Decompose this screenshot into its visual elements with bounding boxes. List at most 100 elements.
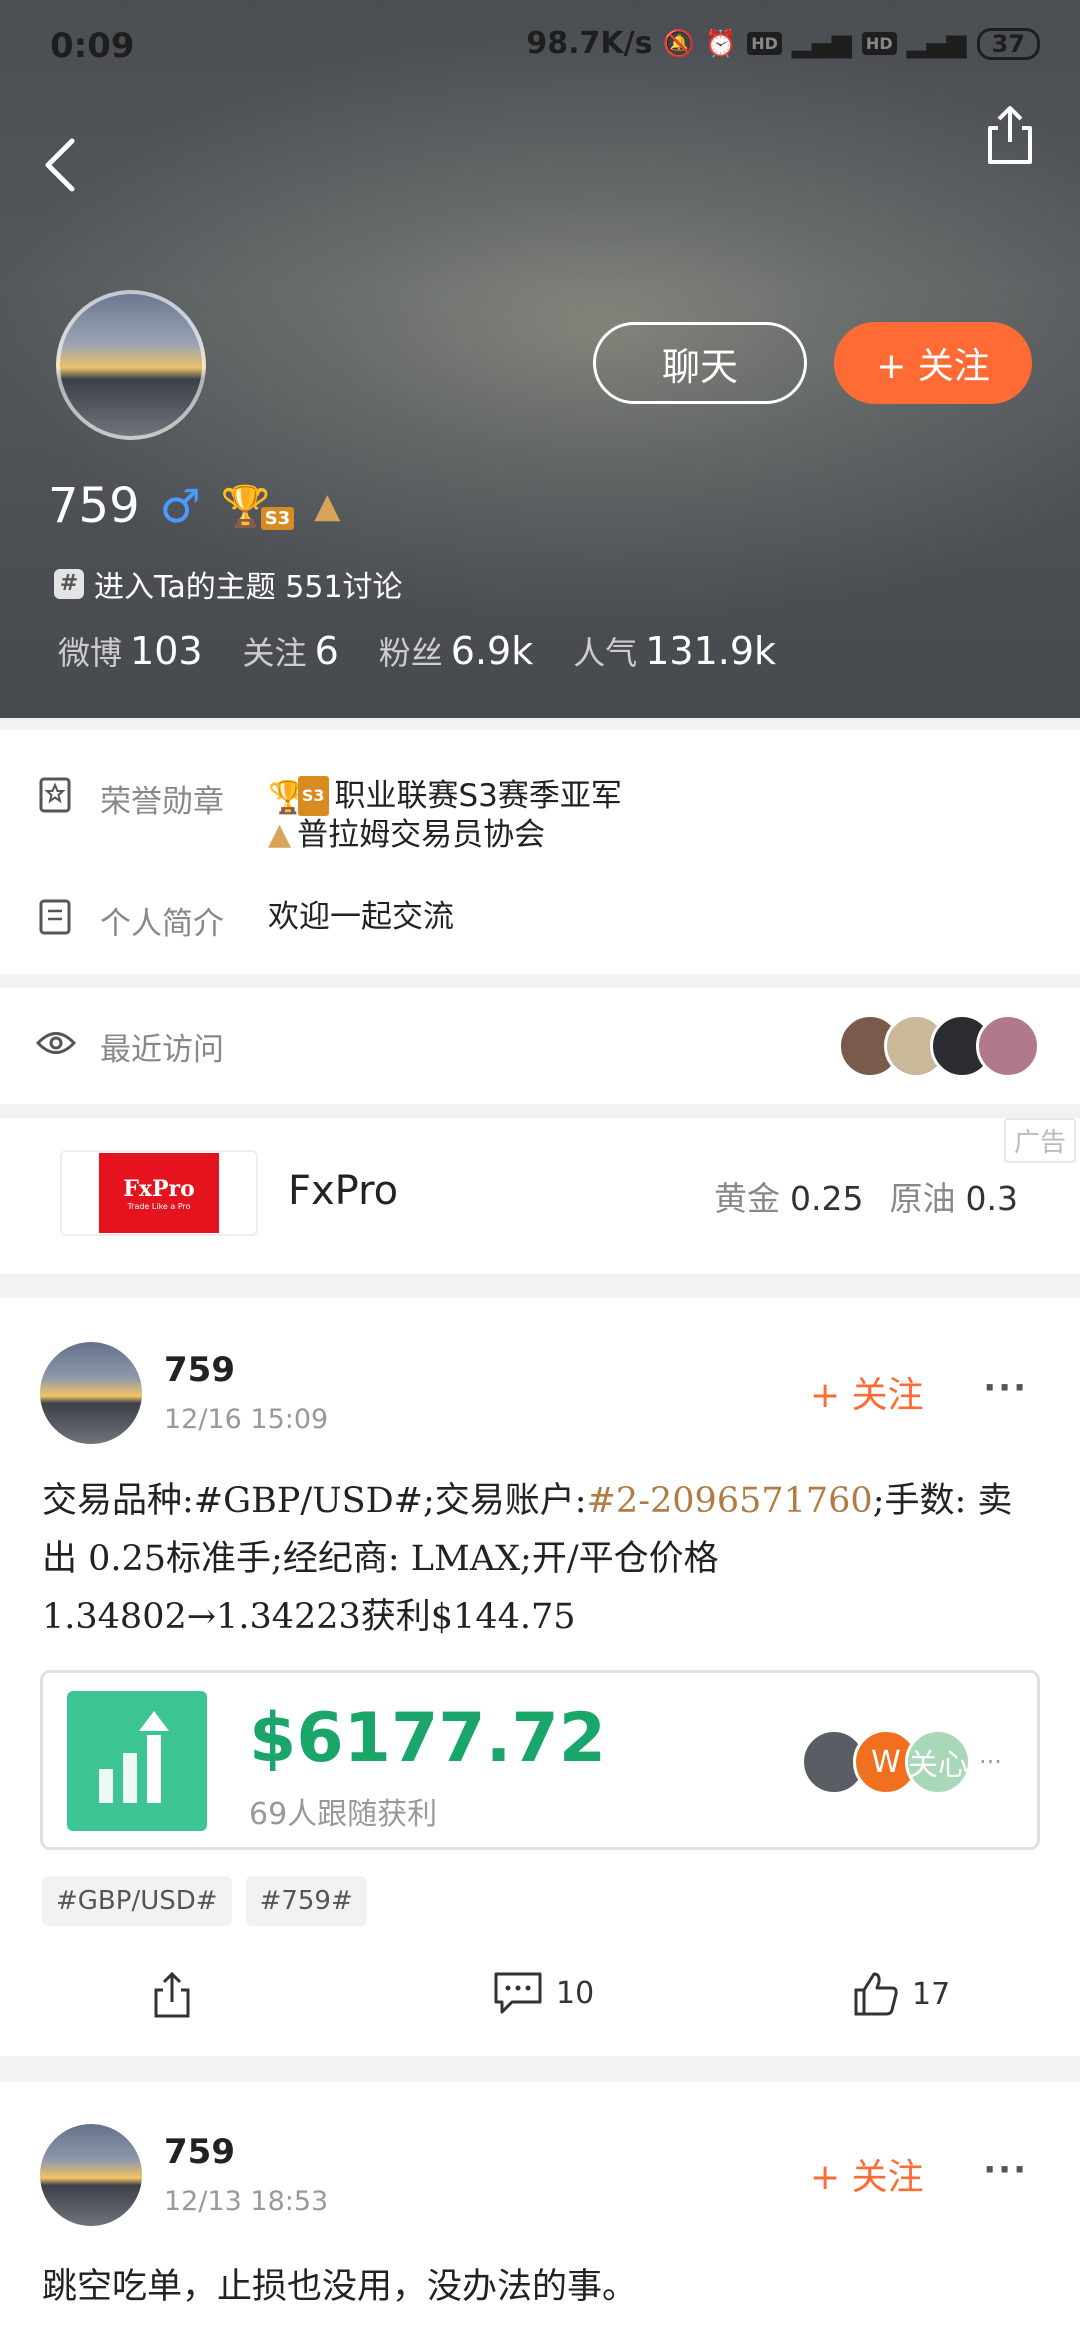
quote-value: 0.3	[965, 1179, 1018, 1218]
like-count: 17	[912, 1976, 951, 2012]
hashtag-chip[interactable]: #GBP/USD#	[42, 1876, 232, 1926]
ad-quotes: 黄金 0.25 原油 0.3	[714, 1172, 1018, 1220]
medal-item-s3: 🏆 S3 职业联赛S3赛季亚军	[268, 776, 622, 816]
like-action[interactable]: 17	[852, 1970, 950, 2018]
back-button[interactable]	[30, 130, 90, 200]
eye-icon	[36, 1032, 76, 1054]
comment-action[interactable]: 10	[492, 1970, 594, 2016]
intro-value: 欢迎一起交流	[268, 899, 454, 935]
honor-label: 荣誉勋章	[100, 784, 224, 820]
profile-page: 0:09 98.7K/s 🔕 ⏰ HD ▂▄▆ HD ▂▄▆ 37 聊天 + 关…	[0, 0, 1080, 2340]
pyramid-icon: ▲	[268, 817, 292, 852]
s3-badge: S3	[297, 776, 329, 816]
post-username[interactable]: 759	[164, 1350, 235, 1390]
hashtag-list: #GBP/USD# #759#	[42, 1876, 367, 1926]
male-icon: ♂	[159, 479, 201, 533]
share-action[interactable]	[150, 1970, 194, 2020]
stat-posts[interactable]: 微博 103	[58, 628, 203, 674]
post-text-line: 交易品种:#GBP/USD#;交易账户:#2-2096571760;手数: 卖	[42, 1472, 1042, 1530]
ad-name: FxPro	[288, 1168, 399, 1214]
ad-logo: FxPro Trade Like a Pro	[60, 1150, 258, 1236]
signal-icon-2: ▂▄▆	[906, 28, 967, 59]
more-options-icon[interactable]: ···	[983, 1368, 1028, 1408]
chat-button[interactable]: 聊天	[593, 322, 807, 404]
post-username[interactable]: 759	[164, 2132, 235, 2172]
stat-popularity: 人气 131.9k	[573, 628, 776, 674]
stat-label: 关注	[242, 634, 307, 672]
chart-up-icon	[67, 1691, 207, 1831]
stat-following[interactable]: 关注 6	[243, 628, 339, 674]
document-icon	[39, 899, 71, 935]
post-text-line: 1.34802→1.34223获利$144.75	[42, 1597, 576, 1637]
follow-button[interactable]: + 关注	[834, 322, 1032, 404]
status-bar: 0:09 98.7K/s 🔕 ⏰ HD ▂▄▆ HD ▂▄▆ 37	[0, 0, 1080, 96]
trophy-icon: 🏆 S3	[268, 776, 329, 816]
follower-avatar: 关心	[905, 1729, 971, 1795]
comment-count: 10	[556, 1975, 595, 2011]
thumbs-up-icon	[854, 1972, 898, 2016]
medal-item-association: ▲ 普拉姆交易员协会	[268, 816, 622, 854]
signal-icon: ▂▄▆	[791, 28, 852, 59]
stat-followers[interactable]: 粉丝 6.9k	[379, 628, 533, 674]
stat-value: 6	[314, 629, 339, 673]
user-name-row: 759 ♂ 🏆S3 ▲	[48, 478, 340, 534]
username: 759	[48, 478, 140, 534]
visitor-avatar[interactable]	[976, 1014, 1040, 1078]
fxpro-logo: FxPro Trade Like a Pro	[99, 1153, 219, 1233]
post-time: 12/13 18:53	[164, 2186, 329, 2217]
text-segment: ;手数: 卖	[872, 1481, 1013, 1521]
network-speed: 98.7K/s	[526, 26, 653, 61]
s3-badge: S3	[260, 506, 295, 530]
stat-value: 6.9k	[450, 629, 534, 673]
chevron-left-icon	[45, 138, 75, 192]
hd-icon: HD	[747, 32, 782, 55]
post-follow-button[interactable]: + 关注	[810, 2148, 924, 2200]
share-icon	[988, 106, 1032, 164]
share-button[interactable]	[980, 100, 1050, 180]
stat-label: 微博	[58, 634, 123, 672]
ad-tag: 广告	[1003, 1118, 1076, 1163]
post-text: 交易品种:#GBP/USD#;交易账户:#2-2096571760;手数: 卖 …	[42, 1472, 1042, 1646]
post-card[interactable]: 759 12/13 18:53 + 关注 ··· 跳空吃单，止损也没用，没办法的…	[0, 2082, 1080, 2340]
stat-label: 粉丝	[378, 634, 443, 672]
topic-link[interactable]: # 进入Ta的主题 551讨论	[54, 562, 403, 606]
profit-description: 69人跟随获利	[249, 1797, 438, 1832]
hashtag-chip[interactable]: #759#	[245, 1876, 367, 1926]
visitor-avatars	[838, 1014, 1040, 1078]
more-options-icon[interactable]: ···	[983, 2150, 1028, 2190]
trophy-icon[interactable]: 🏆S3	[221, 483, 295, 530]
status-time: 0:09	[50, 26, 135, 66]
post-actions: 10 17	[0, 1970, 1080, 2034]
account-link[interactable]: #2-2096571760	[587, 1481, 873, 1521]
quote-label: 原油	[889, 1179, 956, 1218]
more-followers-icon: ···	[979, 1748, 1002, 1776]
post-avatar[interactable]	[40, 1342, 142, 1444]
post-time: 12/16 15:09	[164, 1404, 329, 1435]
hashtag-icon: #	[54, 569, 84, 599]
ad-banner[interactable]: FxPro Trade Like a Pro FxPro 黄金 0.25 原油 0.…	[0, 1118, 1080, 1274]
profit-card[interactable]: $6177.72 69人跟随获利 W 关心 ···	[40, 1670, 1040, 1850]
quote-value: 0.25	[790, 1179, 864, 1218]
pyramid-icon[interactable]: ▲	[314, 486, 340, 526]
intro-label: 个人简介	[100, 906, 224, 942]
honor-medals: 🏆 S3 职业联赛S3赛季亚军 ▲ 普拉姆交易员协会	[268, 776, 622, 854]
stat-label: 人气	[573, 634, 638, 672]
logo-text: FxPro	[123, 1175, 195, 1202]
follower-avatars: W 关心 ···	[801, 1729, 1002, 1795]
quote-label: 黄金	[714, 1179, 781, 1218]
share-icon	[154, 1971, 190, 2018]
post-follow-button[interactable]: + 关注	[810, 1366, 924, 1418]
post-text: 跳空吃单，止损也没用，没办法的事。	[42, 2267, 638, 2307]
profile-header: 0:09 98.7K/s 🔕 ⏰ HD ▂▄▆ HD ▂▄▆ 37 聊天 + 关…	[0, 0, 1080, 718]
stat-value: 131.9k	[645, 629, 777, 673]
post-text-line: 出 0.25标准手;经纪商: LMAX;开/平仓价格	[42, 1539, 719, 1579]
comment-icon	[494, 1972, 542, 2014]
avatar[interactable]	[56, 290, 206, 440]
info-card: 荣誉勋章 🏆 S3 职业联赛S3赛季亚军 ▲ 普拉姆交易员协会 个人简介 欢迎一起…	[0, 730, 1080, 974]
hd-icon-2: HD	[861, 32, 897, 55]
recent-visitors[interactable]: 最近访问	[0, 988, 1080, 1104]
medal-text: 普拉姆交易员协会	[297, 817, 546, 853]
post-avatar[interactable]	[40, 2124, 142, 2226]
logo-subtext: Trade Like a Pro	[127, 1201, 191, 1211]
medal-icon	[39, 777, 71, 813]
